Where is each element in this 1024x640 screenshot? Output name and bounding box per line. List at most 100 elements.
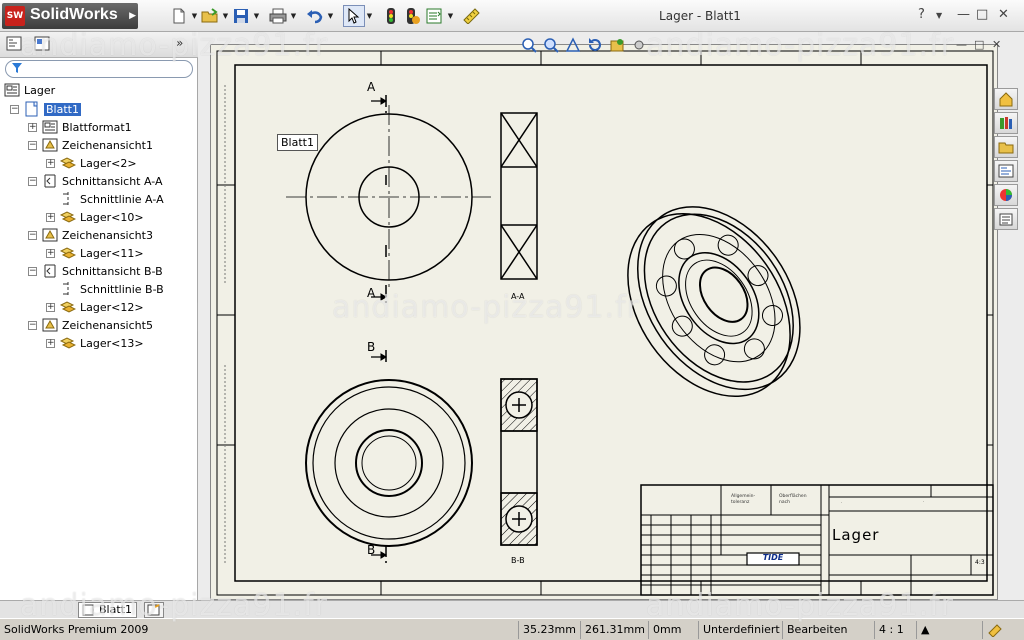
open-folder-icon [201, 8, 218, 23]
feature-tree-icon [6, 36, 22, 51]
close-button[interactable]: ✕ [998, 7, 1009, 22]
options-button[interactable] [424, 5, 446, 27]
measure-button[interactable] [461, 5, 483, 27]
solidworks-menu-button[interactable]: SW SolidWorks ▶ [2, 3, 138, 29]
tree-item-lager-13[interactable]: + Lager<13> [46, 334, 144, 352]
file-properties-button[interactable] [402, 5, 424, 27]
menu-arrow-icon: ▶ [129, 11, 136, 21]
tree-item-blattformat1[interactable]: + Blattformat1 [28, 118, 132, 136]
print-dropdown[interactable]: ▼ [289, 12, 298, 20]
tree-item-zeichenansicht1[interactable]: − Zeichenansicht1 [28, 136, 153, 154]
task-pane-library-tab[interactable] [994, 112, 1018, 134]
print-button[interactable] [267, 5, 289, 27]
quick-tips-icon [988, 624, 1002, 638]
help-dropdown[interactable]: ▼ [936, 11, 942, 20]
tree-item-zeichenansicht5[interactable]: − Zeichenansicht5 [28, 316, 153, 334]
tree-expand-toggle[interactable]: − [28, 320, 37, 330]
tree-expand-toggle[interactable]: − [28, 266, 37, 276]
save-dropdown[interactable]: ▼ [252, 12, 261, 20]
tree-expand-toggle[interactable]: − [28, 230, 37, 240]
assembly-icon [60, 247, 76, 259]
assembly-icon [60, 211, 76, 223]
tree-item-lager-2[interactable]: + Lager<2> [46, 154, 137, 172]
tree-expand-toggle[interactable]: + [28, 122, 37, 132]
heads-up-view-toolbar [518, 36, 650, 54]
new-document-icon [173, 8, 185, 24]
tree-expand-toggle[interactable]: − [28, 140, 37, 150]
zoom-area-button[interactable] [540, 36, 562, 54]
zoom-to-fit-button[interactable] [518, 36, 540, 54]
maximize-button[interactable]: □ [976, 7, 988, 22]
select-dropdown[interactable]: ▼ [365, 12, 374, 20]
tree-item-lager-12[interactable]: + Lager<12> [46, 298, 144, 316]
section-view-icon [44, 174, 56, 188]
expand-panel-button[interactable]: » [176, 36, 198, 54]
view-settings-button[interactable] [628, 36, 650, 54]
tree-item-label: Lager<11> [80, 246, 144, 260]
tree-root[interactable]: Lager [4, 82, 55, 98]
rebuild-view-button[interactable] [584, 36, 606, 54]
sheet-tab-blatt1[interactable]: Blatt1 [78, 602, 137, 618]
rebuild-button[interactable] [380, 5, 402, 27]
tree-item-lager-10[interactable]: + Lager<10> [46, 208, 144, 226]
home-icon [999, 92, 1013, 107]
tree-item-label: Lager<13> [80, 336, 144, 350]
drawing-view-icon [42, 138, 58, 152]
previous-view-button[interactable] [562, 36, 584, 54]
svg-text:.: . [923, 499, 924, 504]
tree-item-schnittansicht-a-a[interactable]: − Schnittansicht A-A [28, 172, 163, 190]
tree-item-label: Lager<12> [80, 300, 144, 314]
sheet-name-tag[interactable]: Blatt1 [277, 134, 318, 151]
save-button[interactable] [230, 5, 252, 27]
new-document-button[interactable] [168, 5, 190, 27]
add-sheet-button[interactable] [144, 602, 164, 618]
drawing-sheet[interactable]: Allgemein-toleranz Oberflächen nach .. [210, 44, 998, 600]
tree-item-schnittansicht-b-b[interactable]: − Schnittansicht B-B [28, 262, 163, 280]
status-z-coord: 0mm [648, 621, 696, 639]
tree-expand-toggle[interactable]: − [28, 176, 37, 186]
task-pane-explorer-tab[interactable] [994, 136, 1018, 158]
tree-expand-toggle[interactable]: + [46, 338, 55, 348]
undo-button[interactable] [304, 5, 326, 27]
status-scale[interactable]: 4 : 1 [874, 621, 914, 639]
tree-item-lager-11[interactable]: + Lager<11> [46, 244, 144, 262]
tab-feature-manager[interactable] [6, 36, 28, 54]
tree-filter-input[interactable] [5, 60, 193, 78]
tree-expand-toggle[interactable]: − [10, 104, 19, 114]
tree-item-label: Blattformat1 [62, 120, 132, 134]
minimize-button[interactable]: — [957, 7, 970, 22]
status-product: SolidWorks Premium 2009 [4, 623, 149, 636]
tree-item-schnittlinie-b-b[interactable]: Schnittlinie B-B [46, 280, 164, 298]
status-scale-dropdown[interactable]: ▲ [916, 621, 934, 639]
task-pane-custom-properties-tab[interactable] [994, 208, 1018, 230]
tab-property-manager[interactable] [34, 36, 56, 54]
undo-dropdown[interactable]: ▼ [326, 12, 335, 20]
view-maximize-button[interactable]: □ [974, 38, 984, 51]
tree-item-label: Schnittansicht B-B [62, 264, 163, 278]
display-style-button[interactable] [606, 36, 628, 54]
open-button[interactable] [199, 5, 221, 27]
tree-item-schnittlinie-a-a[interactable]: Schnittlinie A-A [46, 190, 164, 208]
options-dropdown[interactable]: ▼ [446, 12, 455, 20]
open-dropdown[interactable]: ▼ [221, 12, 230, 20]
help-button[interactable]: ? [918, 7, 925, 22]
section-a-a [500, 112, 538, 280]
new-dropdown[interactable]: ▼ [190, 12, 199, 20]
tree-expand-toggle[interactable]: + [46, 212, 55, 222]
task-pane-appearances-tab[interactable] [994, 184, 1018, 206]
task-pane-view-palette-tab[interactable] [994, 160, 1018, 182]
drawing-view-icon [42, 228, 58, 242]
tree-item-zeichenansicht3[interactable]: − Zeichenansicht3 [28, 226, 153, 244]
svg-text:toleranz: toleranz [731, 499, 750, 505]
view-palette-icon [998, 164, 1014, 178]
tree-expand-toggle[interactable]: + [46, 302, 55, 312]
status-quick-tips-button[interactable] [982, 621, 1012, 639]
select-button[interactable] [343, 5, 365, 27]
tree-item-blatt1[interactable]: − Blatt1 [10, 100, 81, 118]
task-pane-home-tab[interactable] [994, 88, 1018, 110]
tree-expand-toggle[interactable]: + [46, 248, 55, 258]
tree-expand-toggle[interactable]: + [46, 158, 55, 168]
view-minimize-button[interactable]: — [956, 38, 967, 51]
section-line-icon [63, 282, 69, 296]
view-close-button[interactable]: ✕ [992, 38, 1001, 51]
